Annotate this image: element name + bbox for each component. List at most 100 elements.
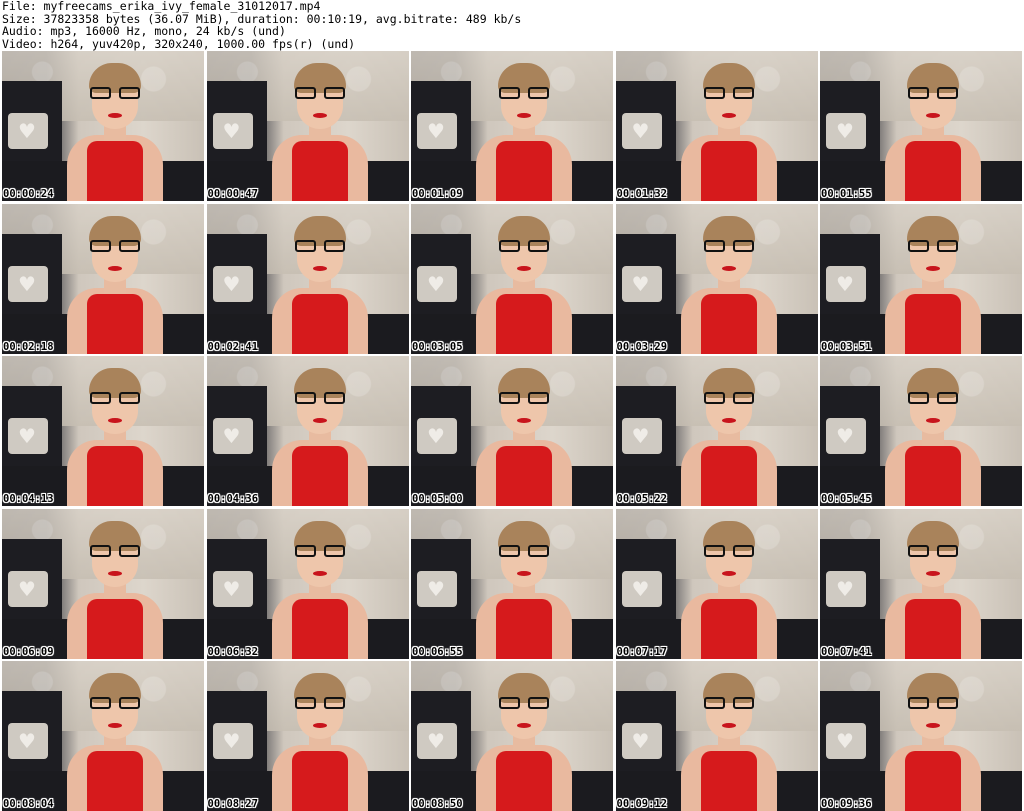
- video-thumbnail[interactable]: 00:03:51: [820, 203, 1022, 354]
- thumbnail-timestamp: 00:05:00: [412, 493, 463, 505]
- thumbnail-timestamp: 00:05:22: [616, 493, 668, 505]
- glasses-icon: [498, 392, 550, 406]
- video-thumbnail[interactable]: 00:07:17: [615, 508, 818, 659]
- thumbnail-timestamp: 00:02:18: [3, 340, 54, 353]
- heart-pillow-icon: [621, 418, 662, 454]
- video-thumbnail[interactable]: 00:06:09: [2, 508, 204, 659]
- lips: [721, 418, 736, 423]
- heart-pillow-icon: [621, 723, 662, 759]
- thumbnail-timestamp: 00:00:24: [3, 188, 54, 200]
- red-top: [291, 598, 348, 659]
- person-figure: [59, 63, 169, 201]
- lips: [926, 113, 940, 118]
- video-thumbnail[interactable]: 00:00:24: [2, 51, 204, 201]
- heart-pillow-icon: [212, 570, 253, 607]
- person-figure: [264, 673, 374, 811]
- glasses-icon: [703, 544, 755, 559]
- video-thumbnail[interactable]: 00:01:09: [411, 51, 613, 201]
- video-thumbnail[interactable]: 00:02:41: [206, 203, 409, 354]
- video-thumbnail[interactable]: 00:09:12: [615, 661, 818, 811]
- heart-pillow-icon: [826, 570, 866, 607]
- red-top: [905, 141, 961, 201]
- person-figure: [468, 673, 578, 811]
- thumbnail-timestamp: 00:02:41: [207, 340, 259, 353]
- lips: [108, 723, 122, 728]
- lips: [926, 570, 940, 576]
- heart-pillow-icon: [417, 723, 457, 759]
- video-thumbnail[interactable]: 00:01:55: [820, 51, 1022, 201]
- thumbnail-timestamp: 00:06:55: [412, 645, 463, 658]
- lips: [721, 265, 736, 271]
- video-thumbnail[interactable]: 00:05:45: [820, 356, 1022, 506]
- video-thumbnail[interactable]: 00:08:50: [411, 661, 613, 811]
- thumbnail-grid: 00:00:24 00:00:47 00:01:09 00:01:32 00:01:55…: [2, 51, 1022, 811]
- red-top: [700, 598, 757, 659]
- video-thumbnail[interactable]: 00:07:41: [820, 508, 1022, 659]
- video-thumbnail[interactable]: 00:02:18: [2, 203, 204, 354]
- person-figure: [264, 215, 374, 354]
- person-figure: [877, 63, 987, 201]
- heart-pillow-icon: [8, 418, 48, 454]
- red-top: [496, 446, 552, 506]
- person-figure: [877, 215, 987, 354]
- video-thumbnail[interactable]: 00:03:29: [615, 203, 818, 354]
- video-thumbnail[interactable]: 00:06:32: [206, 508, 409, 659]
- video-thumbnail[interactable]: 00:00:47: [206, 51, 409, 201]
- heart-pillow-icon: [621, 113, 662, 149]
- glasses-icon: [89, 544, 141, 559]
- glasses-icon: [294, 239, 346, 254]
- video-thumbnail[interactable]: 00:04:13: [2, 356, 204, 506]
- person-figure: [468, 63, 578, 201]
- person-figure: [673, 368, 783, 506]
- lips: [721, 570, 736, 576]
- red-top: [87, 141, 143, 201]
- heart-pillow-icon: [8, 723, 48, 759]
- thumbnail-timestamp: 00:01:32: [616, 188, 668, 200]
- heart-pillow-icon: [212, 418, 253, 454]
- lips: [312, 723, 327, 728]
- red-top: [700, 293, 757, 354]
- person-figure: [877, 368, 987, 506]
- video-thumbnail[interactable]: 00:04:36: [206, 356, 409, 506]
- lips: [312, 265, 327, 271]
- thumbnail-timestamp: 00:05:45: [821, 493, 872, 505]
- heart-pillow-icon: [826, 418, 866, 454]
- glasses-icon: [294, 392, 346, 406]
- lips: [517, 113, 531, 118]
- person-figure: [673, 520, 783, 659]
- lips: [517, 418, 531, 423]
- person-figure: [264, 63, 374, 201]
- heart-pillow-icon: [417, 113, 457, 149]
- red-top: [496, 751, 552, 811]
- video-thumbnail[interactable]: 00:03:05: [411, 203, 613, 354]
- red-top: [905, 446, 961, 506]
- video-thumbnail[interactable]: 00:05:00: [411, 356, 613, 506]
- video-thumbnail[interactable]: 00:09:36: [820, 661, 1022, 811]
- thumbnail-timestamp: 00:08:50: [412, 798, 463, 810]
- red-top: [700, 446, 757, 506]
- thumbnail-timestamp: 00:09:12: [616, 798, 668, 810]
- glasses-icon: [907, 697, 959, 711]
- thumbnail-timestamp: 00:07:17: [616, 645, 668, 658]
- lips: [926, 418, 940, 423]
- video-thumbnail[interactable]: 00:08:27: [206, 661, 409, 811]
- red-top: [496, 141, 552, 201]
- thumbnail-timestamp: 00:01:55: [821, 188, 872, 200]
- person-figure: [264, 368, 374, 506]
- video-thumbnail[interactable]: 00:06:55: [411, 508, 613, 659]
- lips: [721, 113, 736, 118]
- glasses-icon: [89, 697, 141, 711]
- video-thumbnail[interactable]: 00:01:32: [615, 51, 818, 201]
- red-top: [291, 446, 348, 506]
- red-top: [87, 446, 143, 506]
- heart-pillow-icon: [826, 265, 866, 302]
- audio-info-line: Audio: mp3, 16000 Hz, mono, 24 kb/s (und…: [2, 24, 286, 38]
- thumbnail-timestamp: 00:06:09: [3, 645, 54, 658]
- heart-pillow-icon: [8, 570, 48, 607]
- video-thumbnail[interactable]: 00:05:22: [615, 356, 818, 506]
- video-thumbnail[interactable]: 00:08:04: [2, 661, 204, 811]
- lips: [108, 113, 122, 118]
- glasses-icon: [703, 239, 755, 254]
- thumbnail-timestamp: 00:08:04: [3, 798, 54, 810]
- glasses-icon: [294, 544, 346, 559]
